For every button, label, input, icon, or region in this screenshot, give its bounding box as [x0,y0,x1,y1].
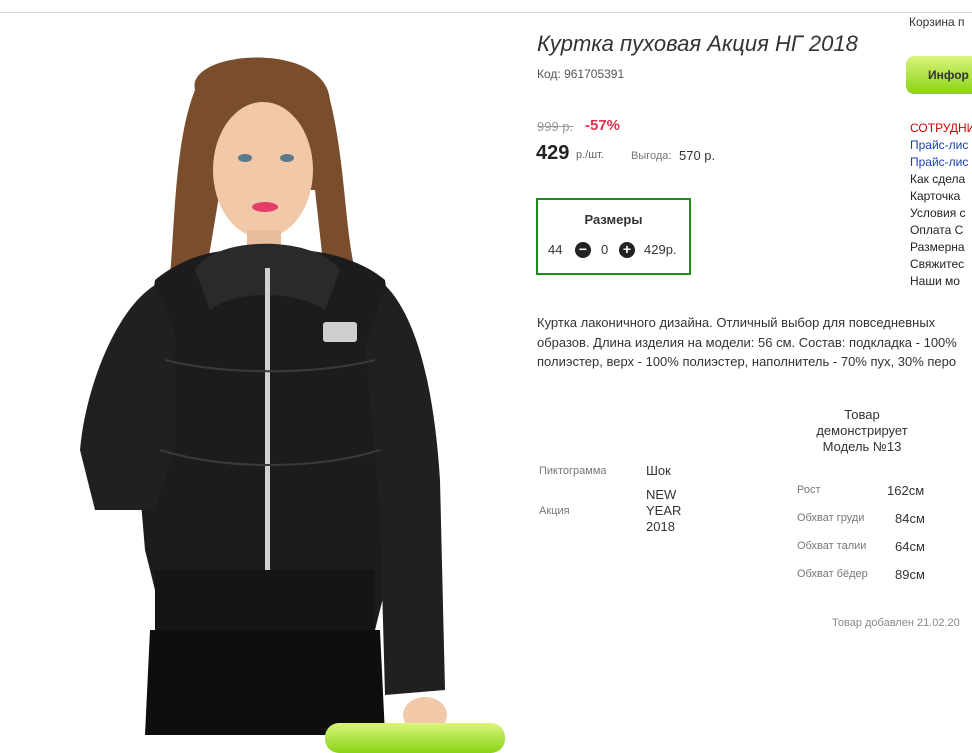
added-date: Товар добавлен 21.02.20 [832,617,960,629]
plus-circle-icon[interactable]: + [619,242,635,258]
product-code: Код: 961705391 [537,67,625,81]
sidebar-item-terms[interactable]: Условия с [910,205,972,222]
product-description: Куртка лаконичного дизайна. Отличный выб… [537,315,957,369]
measure-label: Обхват бёдер [797,568,868,580]
buy-button[interactable] [325,723,505,753]
sidebar-item-how-to-order[interactable]: Как сдела [910,171,972,188]
size-price: 429р. [644,242,677,257]
profit-label: Выгода: [631,150,672,162]
sidebar-item-payment[interactable]: Оплата С [910,222,972,239]
sidebar-item-our[interactable]: Наши мо [910,273,972,290]
old-price: 999 р. [537,119,574,134]
size-value: 44 [548,242,563,257]
profit-value: 570 р. [679,148,716,163]
measure-label: Обхват груди [797,512,865,524]
sidebar-links: СОТРУДНИ Прайс-лис Прайс-лис Как сдела К… [910,120,972,290]
measure-value: 84см [895,511,925,526]
sidebar-item-employees[interactable]: СОТРУДНИ [910,120,972,137]
sizes-panel: Размеры 44 − 0 + 429р. [536,198,691,275]
measure-label: Рост [797,484,821,496]
attribute-label: Пиктограмма [539,465,607,477]
measure-value: 64см [895,539,925,554]
sidebar-item-pricelist-1[interactable]: Прайс-лис [910,137,972,154]
top-divider [0,12,972,13]
sizes-title: Размеры [584,212,643,227]
attribute-value: Шок [646,463,671,478]
product-title: Куртка пуховая Акция НГ 2018 [537,31,858,56]
measure-value: 89см [895,567,925,582]
info-button[interactable]: Инфор [906,56,972,94]
sidebar-item-card[interactable]: Карточка [910,188,972,205]
measure-label: Обхват талии [797,540,867,552]
attribute-value: NEW YEAR 2018 [646,487,682,534]
measure-value: 162см [887,483,925,498]
current-price: 429 [536,142,570,164]
sidebar-item-size-chart[interactable]: Размерна [910,239,972,256]
attribute-label: Акция [539,505,570,517]
cart-link[interactable]: Корзина п [909,15,965,29]
model-jacket-illustration [80,57,447,735]
sidebar-item-pricelist-2[interactable]: Прайс-лис [910,154,972,171]
minus-circle-icon[interactable]: − [575,242,591,258]
price-unit: р./шт. [576,149,604,161]
sidebar-item-contact[interactable]: Свяжитес [910,256,972,273]
model-heading: Товар демонстрирует Модель №13 [816,407,908,454]
quantity-value: 0 [601,242,609,257]
discount-badge: -57% [585,117,621,134]
product-photo[interactable] [25,30,515,735]
